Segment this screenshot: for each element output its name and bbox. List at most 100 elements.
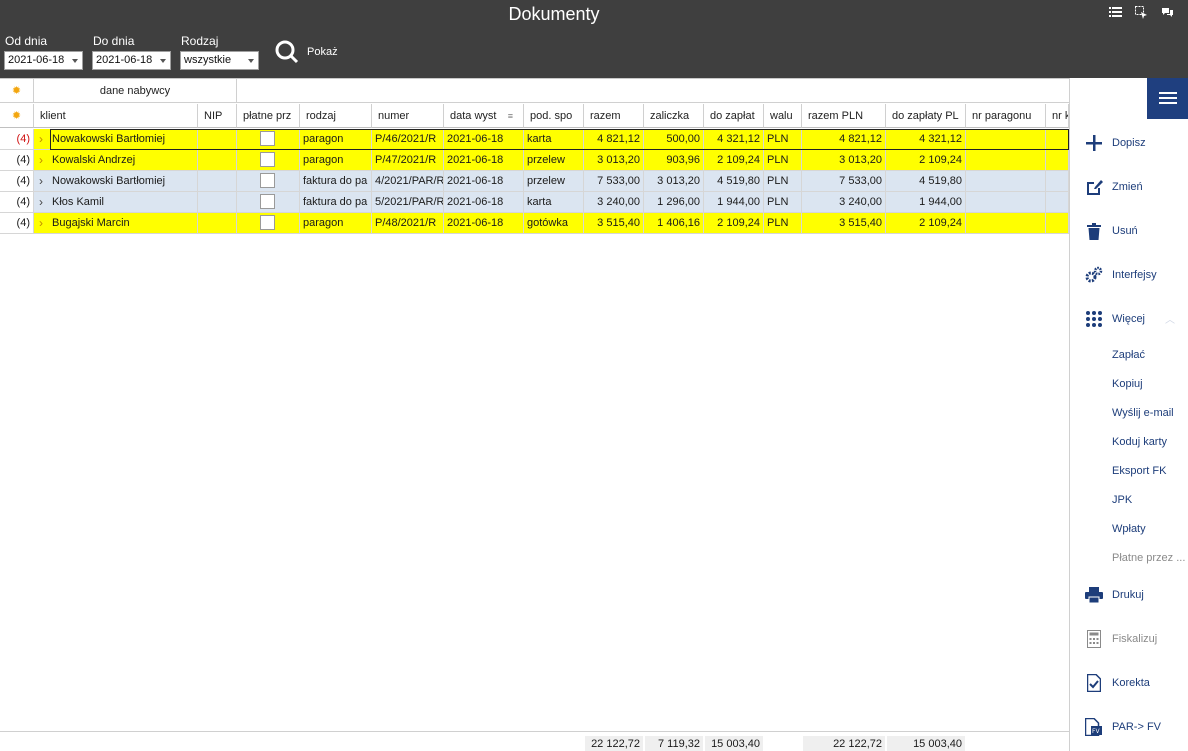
cell-do-zaplaty[interactable]: 2 109,24 (704, 213, 764, 234)
cell-razem-pln[interactable]: 3 515,40 (802, 213, 886, 234)
paid-checkbox[interactable] (260, 173, 275, 188)
chevron-right-icon[interactable]: › (39, 213, 43, 233)
cell-empty[interactable] (1046, 192, 1069, 213)
table-row[interactable]: (4) › Nowakowski Bartłomiej faktura do pa 4/… (0, 171, 1069, 192)
cell-numer[interactable]: P/48/2021/R (372, 213, 444, 234)
list-view-icon[interactable] (1108, 6, 1122, 20)
chevron-right-icon[interactable]: › (39, 192, 43, 212)
cell-klient[interactable]: › Bugajski Marcin (34, 213, 198, 234)
show-button[interactable]: Pokaż (275, 40, 338, 64)
cell-razem-pln[interactable]: 3 013,20 (802, 150, 886, 171)
cell-rodzaj[interactable]: faktura do pa (300, 171, 372, 192)
col-header-nr-paragonu[interactable]: nr paragonu (966, 104, 1046, 128)
cell-do-zaplaty[interactable]: 4 321,12 (704, 129, 764, 150)
table-row[interactable]: (4) › Kłos Kamil faktura do pa 5/2021/PAR/R 2… (0, 192, 1069, 213)
cell-do-zaplaty[interactable]: 1 944,00 (704, 192, 764, 213)
cell-waluta[interactable]: PLN (764, 171, 802, 192)
cell-waluta[interactable]: PLN (764, 192, 802, 213)
cell-razem[interactable]: 3 515,40 (584, 213, 644, 234)
cell-pod[interactable]: przelew (524, 171, 584, 192)
more-button[interactable]: Więcej ︿ (1070, 308, 1188, 330)
col-header-do-zaplaty[interactable]: do zapłat (704, 104, 764, 128)
cell-klient[interactable]: › Kowalski Andrzej (34, 150, 198, 171)
cell-klient[interactable]: › Nowakowski Bartłomiej (34, 129, 198, 150)
table-row[interactable]: (4) › Bugajski Marcin paragon P/48/2021/R 202… (0, 213, 1069, 234)
cell-pod[interactable]: przelew (524, 150, 584, 171)
cell-klient[interactable]: › Kłos Kamil (34, 192, 198, 213)
cell-empty[interactable] (966, 192, 1046, 213)
delete-button[interactable]: Usuń (1070, 220, 1188, 242)
cell-zaliczka[interactable]: 3 013,20 (644, 171, 704, 192)
from-date-field[interactable]: 2021-06-18 (4, 51, 83, 70)
cell-nip[interactable] (198, 171, 237, 192)
cell-data[interactable]: 2021-06-18 (444, 192, 524, 213)
paid-checkbox[interactable] (260, 215, 275, 230)
col-header-numer[interactable]: numer (372, 104, 444, 128)
cell-data[interactable]: 2021-06-18 (444, 129, 524, 150)
cell-empty[interactable] (1046, 150, 1069, 171)
hamburger-menu-button[interactable] (1147, 78, 1188, 119)
submenu-jpk[interactable]: JPK (1112, 494, 1132, 506)
cell-empty[interactable] (966, 129, 1046, 150)
cell-do-zaplaty[interactable]: 4 519,80 (704, 171, 764, 192)
cell-empty[interactable] (1046, 129, 1069, 150)
submenu-send-email[interactable]: Wyślij e-mail (1112, 407, 1174, 419)
col-header-platne[interactable]: płatne prz (237, 104, 300, 128)
cell-rodzaj[interactable]: paragon (300, 213, 372, 234)
cell-data[interactable]: 2021-06-18 (444, 171, 524, 192)
cell-numer[interactable]: 4/2021/PAR/R (372, 171, 444, 192)
correction-button[interactable]: Korekta (1070, 672, 1188, 694)
cell-rodzaj[interactable]: faktura do pa (300, 192, 372, 213)
col-header-data[interactable]: data wyst ≡ (444, 104, 524, 128)
cell-razem-pln[interactable]: 4 821,12 (802, 129, 886, 150)
select-cursor-icon[interactable] (1134, 6, 1148, 20)
edit-button[interactable]: Zmień (1070, 176, 1188, 198)
cell-waluta[interactable]: PLN (764, 213, 802, 234)
cell-razem[interactable]: 3 013,20 (584, 150, 644, 171)
col-header-rodzaj[interactable]: rodzaj (300, 104, 372, 128)
cell-razem[interactable]: 7 533,00 (584, 171, 644, 192)
col-header-do-zaplaty-pln[interactable]: do zapłaty PL (886, 104, 966, 128)
col-header-klient[interactable]: klient (34, 104, 198, 128)
cell-numer[interactable]: P/46/2021/R (372, 129, 444, 150)
cell-zaliczka[interactable]: 1 406,16 (644, 213, 704, 234)
submenu-export-fk[interactable]: Eksport FK (1112, 465, 1166, 477)
cell-pod[interactable]: karta (524, 129, 584, 150)
cell-empty[interactable] (966, 213, 1046, 234)
print-button[interactable]: Drukuj (1070, 584, 1188, 606)
cell-razem[interactable]: 3 240,00 (584, 192, 644, 213)
cell-nip[interactable] (198, 213, 237, 234)
cell-numer[interactable]: 5/2021/PAR/R (372, 192, 444, 213)
cell-empty[interactable] (966, 150, 1046, 171)
cell-do-zaplaty[interactable]: 2 109,24 (704, 150, 764, 171)
paid-checkbox[interactable] (260, 152, 275, 167)
add-button[interactable]: Dopisz (1070, 132, 1188, 154)
cell-platne[interactable] (237, 129, 300, 150)
cell-razem[interactable]: 4 821,12 (584, 129, 644, 150)
cell-do-zaplaty-pln[interactable]: 2 109,24 (886, 150, 966, 171)
col-header-nr-k[interactable]: nr k (1046, 104, 1069, 128)
col-header-nip[interactable]: NIP (198, 104, 237, 128)
cell-zaliczka[interactable]: 500,00 (644, 129, 704, 150)
col-header-razem[interactable]: razem (584, 104, 644, 128)
cell-rodzaj[interactable]: paragon (300, 129, 372, 150)
cell-platne[interactable] (237, 213, 300, 234)
table-row[interactable]: (4) › Kowalski Andrzej paragon P/47/2021/R 20… (0, 150, 1069, 171)
to-date-field[interactable]: 2021-06-18 (92, 51, 171, 70)
cell-zaliczka[interactable]: 1 296,00 (644, 192, 704, 213)
cell-do-zaplaty-pln[interactable]: 2 109,24 (886, 213, 966, 234)
submenu-pay[interactable]: Zapłać (1112, 349, 1145, 361)
submenu-encode-cards[interactable]: Koduj karty (1112, 436, 1167, 448)
cell-nip[interactable] (198, 129, 237, 150)
cell-nip[interactable] (198, 192, 237, 213)
cell-pod[interactable]: karta (524, 192, 584, 213)
cell-waluta[interactable]: PLN (764, 150, 802, 171)
cell-platne[interactable] (237, 150, 300, 171)
paid-checkbox[interactable] (260, 194, 275, 209)
help-icon[interactable] (1160, 6, 1174, 20)
cell-razem-pln[interactable]: 7 533,00 (802, 171, 886, 192)
cell-do-zaplaty-pln[interactable]: 1 944,00 (886, 192, 966, 213)
cell-empty[interactable] (1046, 171, 1069, 192)
cell-do-zaplaty-pln[interactable]: 4 321,12 (886, 129, 966, 150)
submenu-copy[interactable]: Kopiuj (1112, 378, 1143, 390)
